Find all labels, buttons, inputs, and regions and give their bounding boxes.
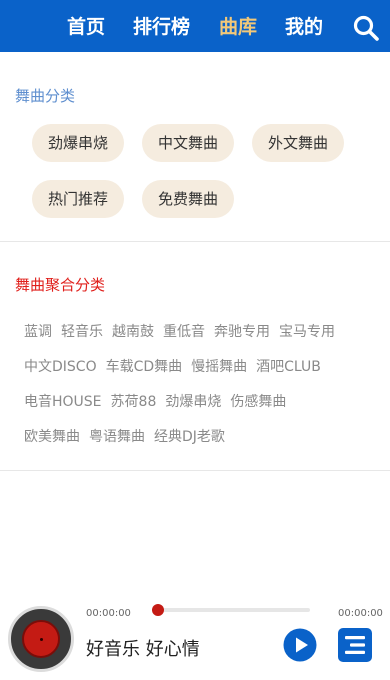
- genre-tag[interactable]: 苏荷88: [111, 390, 157, 414]
- genre-tag[interactable]: 慢摇舞曲: [191, 355, 247, 379]
- tab-home[interactable]: 首页: [67, 12, 105, 42]
- playlist-icon: [338, 628, 372, 662]
- song-title: 好音乐 好心情: [86, 639, 200, 660]
- category-pill[interactable]: 中文舞曲: [142, 124, 234, 162]
- top-nav-bar: 首页 排行榜 曲库 我的: [0, 0, 390, 52]
- genre-tag[interactable]: 经典DJ老歌: [154, 425, 225, 449]
- play-button[interactable]: [283, 628, 317, 662]
- play-icon: [283, 628, 317, 662]
- disc-hole: [40, 638, 43, 641]
- genre-tag[interactable]: 轻音乐: [61, 320, 103, 344]
- tab-mine[interactable]: 我的: [285, 12, 323, 42]
- genre-tag[interactable]: 伤感舞曲: [230, 390, 286, 414]
- progress-track[interactable]: [152, 608, 310, 612]
- disc-label: [22, 620, 60, 658]
- genre-tag[interactable]: 车载CD舞曲: [106, 355, 183, 379]
- category-section-title: 舞曲分类: [15, 87, 76, 105]
- genre-tag[interactable]: 劲爆串烧: [165, 390, 221, 414]
- category-pill[interactable]: 免费舞曲: [142, 180, 234, 218]
- section-divider: [0, 470, 390, 471]
- tab-library[interactable]: 曲库: [219, 12, 257, 42]
- section-divider: [0, 241, 390, 242]
- genre-tag[interactable]: 欧美舞曲: [24, 425, 80, 449]
- genre-tag[interactable]: 奔驰专用: [214, 320, 270, 344]
- playlist-button[interactable]: [338, 628, 372, 662]
- genre-tag[interactable]: 越南鼓: [112, 320, 154, 344]
- library-content: 舞曲分类 劲爆串烧 中文舞曲 外文舞曲 热门推荐 免费舞曲 舞曲聚合分类 蓝调轻…: [0, 52, 390, 600]
- genre-tag[interactable]: 宝马专用: [279, 320, 335, 344]
- category-pill[interactable]: 热门推荐: [32, 180, 124, 218]
- genre-tag[interactable]: 重低音: [163, 320, 205, 344]
- music-player-bar: 00:00:00 00:00:00 好音乐 好心情: [0, 600, 390, 680]
- category-pill[interactable]: 外文舞曲: [252, 124, 344, 162]
- tag-row: 电音HOUSE 苏荷88 劲爆串烧 伤感舞曲: [24, 390, 295, 414]
- search-icon: [353, 15, 379, 41]
- tag-row: 蓝调 轻音乐 越南鼓 重低音 奔驰专用 宝马专用: [24, 320, 344, 344]
- aggregate-section-title: 舞曲聚合分类: [15, 276, 106, 294]
- tag-row: 中文DISCO 车载CD舞曲 慢摇舞曲 酒吧CLUB: [24, 355, 330, 379]
- genre-tag[interactable]: 中文DISCO: [24, 355, 97, 379]
- vinyl-disc-icon[interactable]: [8, 606, 74, 672]
- total-time: 00:00:00: [338, 608, 383, 619]
- tab-charts[interactable]: 排行榜: [133, 12, 190, 42]
- search-button[interactable]: [352, 14, 380, 42]
- progress-knob[interactable]: [152, 604, 164, 616]
- tag-row: 欧美舞曲 粤语舞曲 经典DJ老歌: [24, 425, 234, 449]
- genre-tag[interactable]: 电音HOUSE: [24, 390, 102, 414]
- genre-tag[interactable]: 粤语舞曲: [89, 425, 145, 449]
- category-pill[interactable]: 劲爆串烧: [32, 124, 124, 162]
- genre-tag[interactable]: 蓝调: [24, 320, 52, 344]
- genre-tag[interactable]: 酒吧CLUB: [256, 355, 321, 379]
- current-time: 00:00:00: [86, 608, 131, 619]
